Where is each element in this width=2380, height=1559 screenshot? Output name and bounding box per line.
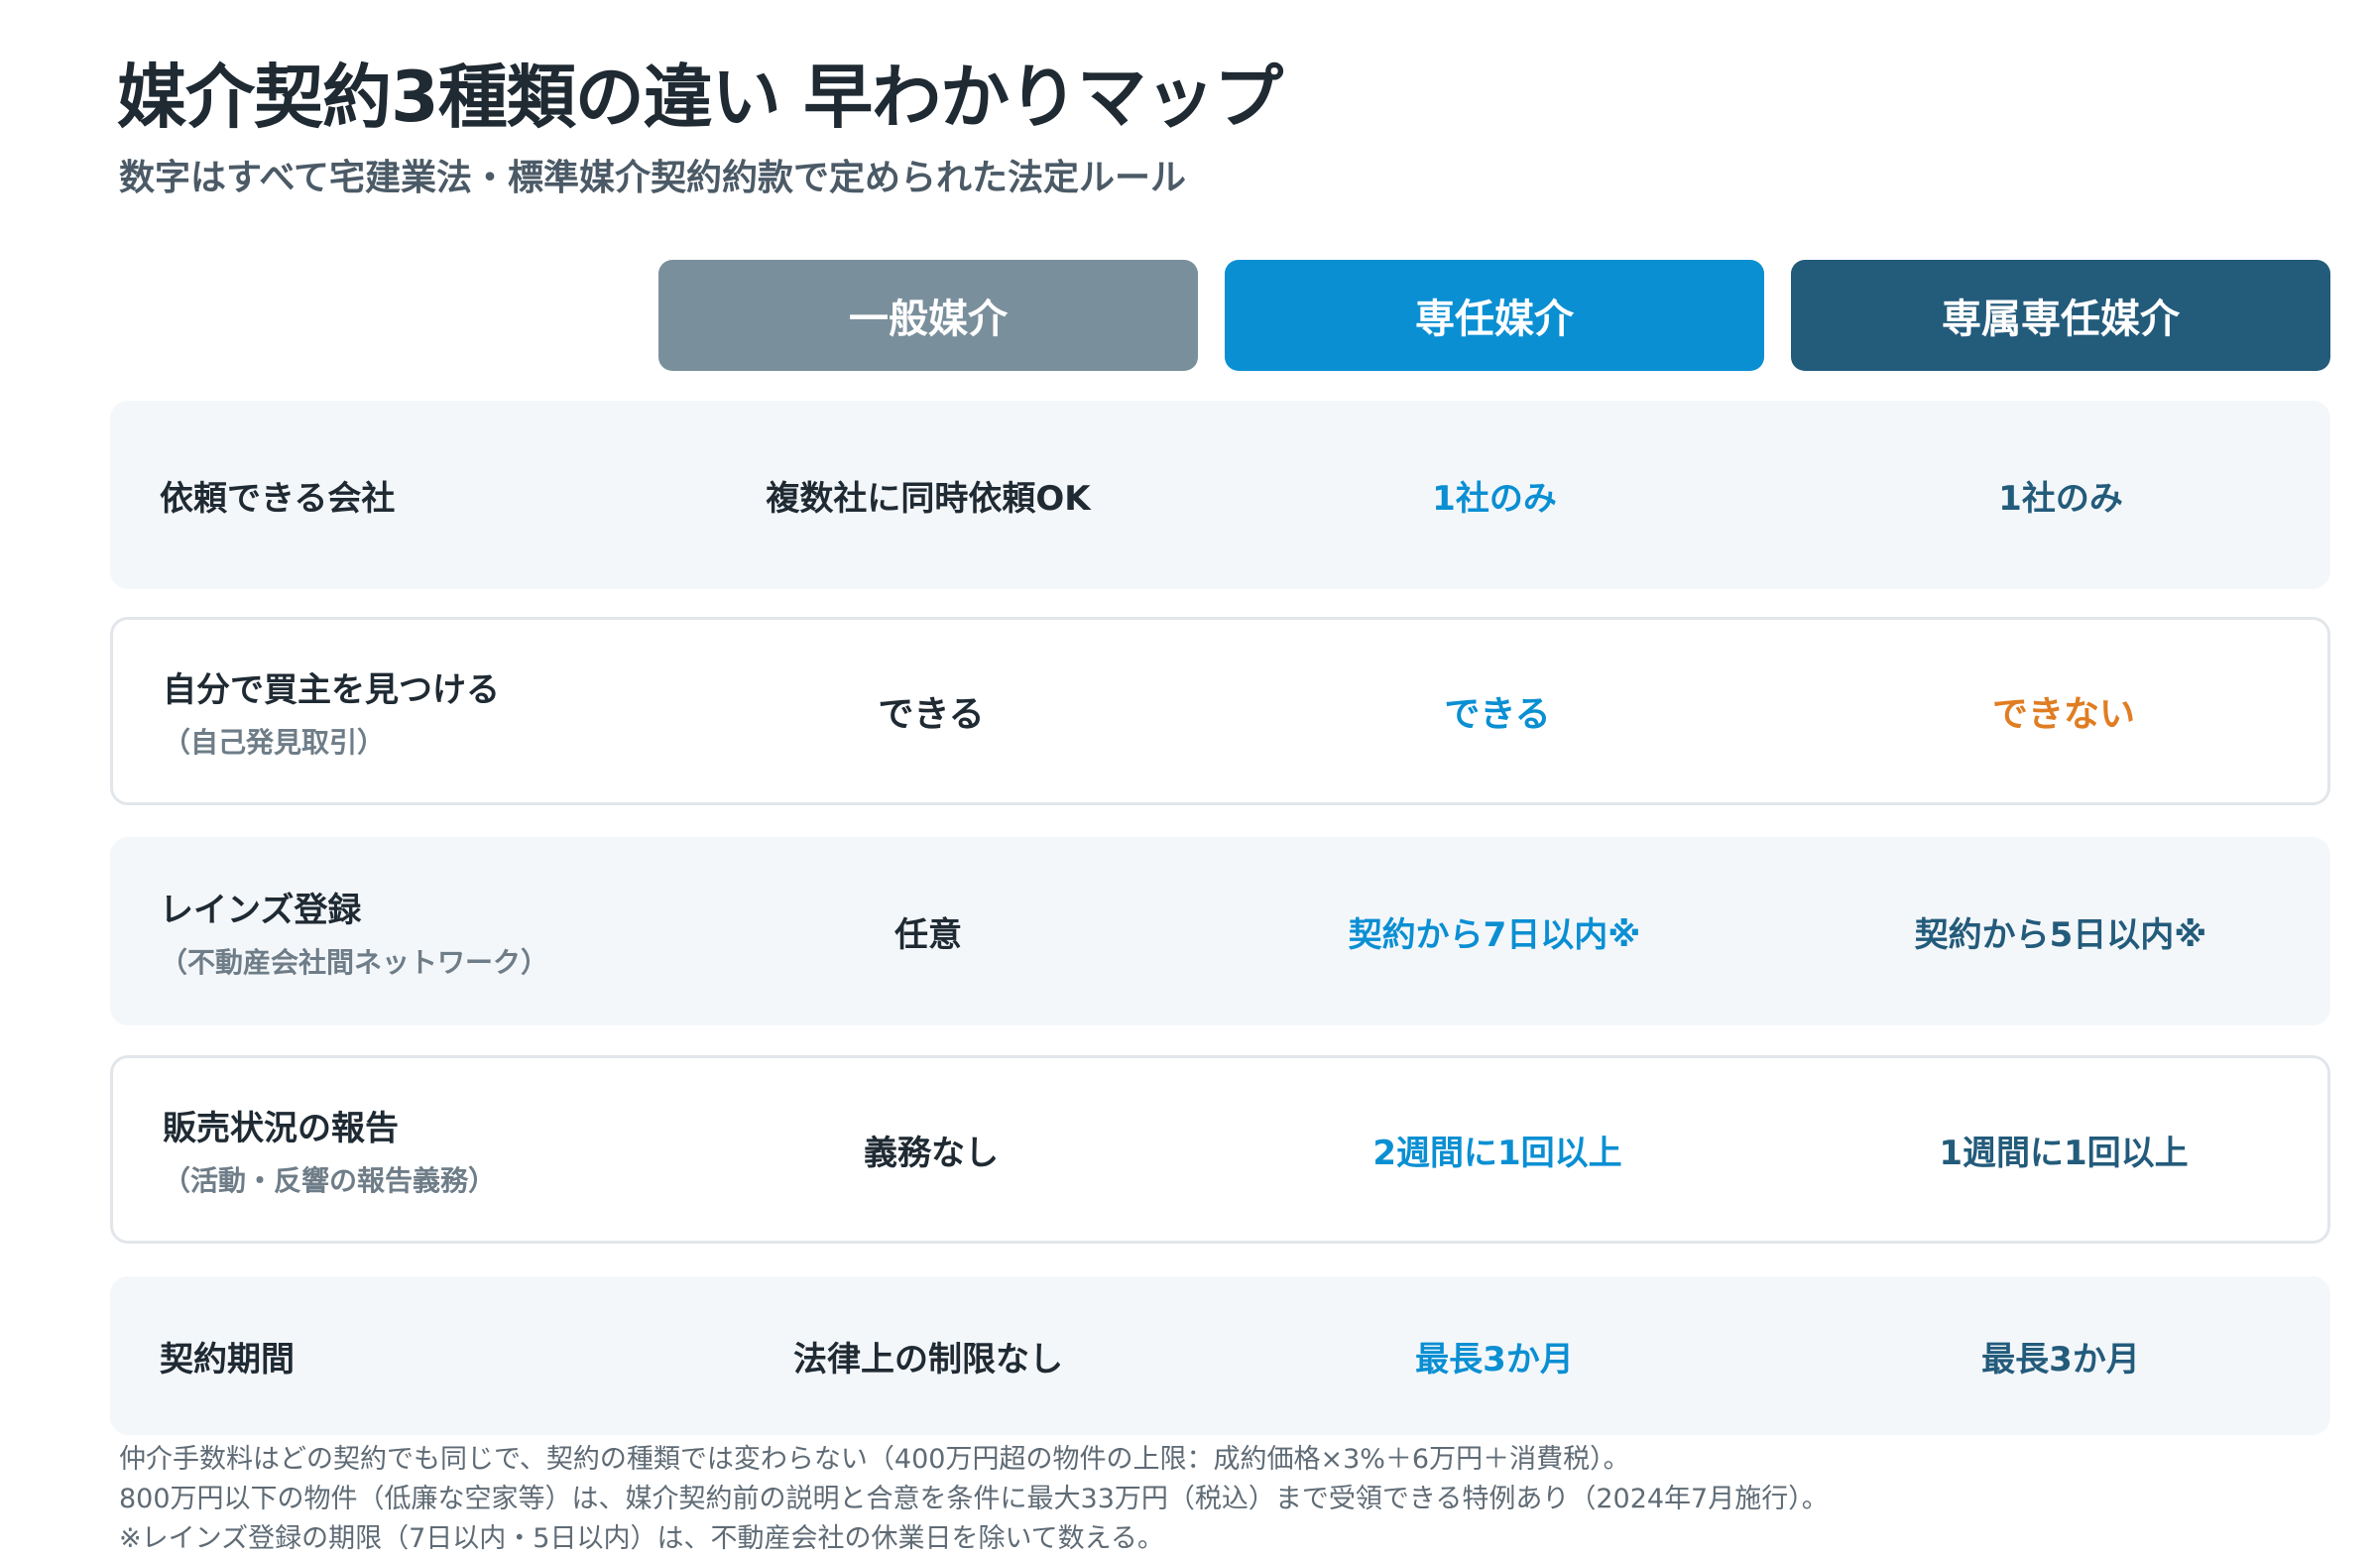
row-label-main: 依頼できる会社: [160, 478, 396, 519]
cell-exclusive: 契約から7日以内※: [1348, 914, 1641, 955]
footnote: ※レインズ登録の期限（7日以内・5日以内）は、不動産会社の休業日を除いて数える。: [119, 1523, 1164, 1554]
page-title: 媒介契約3種類の違い 早わかりマップ: [117, 57, 1283, 138]
row-label: 自分で買主を見つける （自己発見取引）: [163, 620, 500, 802]
row-label: 販売状況の報告 （活動・反響の報告義務）: [163, 1058, 496, 1241]
row-label-sub: （自己発見取引）: [163, 725, 386, 759]
cell-general: 任意: [894, 914, 962, 955]
cell-general: 法律上の制限なし: [793, 1339, 1063, 1379]
column-header-exclusive: 専任媒介: [1225, 260, 1764, 371]
cell-exclusive-dedicated: 1週間に1回以上: [1939, 1133, 2189, 1173]
comparison-row-contract-period: 契約期間 法律上の制限なし 最長3か月 最長3か月: [110, 1276, 2330, 1435]
cell-exclusive: できる: [1444, 694, 1551, 735]
page-subtitle: 数字はすべて宅建業法・標準媒介契約約款で定められた法定ルール: [119, 158, 1187, 198]
cell-general: 義務なし: [864, 1133, 999, 1173]
cell-exclusive-dedicated: 1社のみ: [1998, 478, 2123, 519]
cell-general: できる: [878, 694, 985, 735]
row-label-main: レインズ登録: [160, 890, 362, 930]
column-header-exclusive-dedicated: 専属専任媒介: [1791, 260, 2330, 371]
row-label: 依頼できる会社: [160, 401, 395, 589]
comparison-row-reporting: 販売状況の報告 （活動・反響の報告義務） 義務なし 2週間に1回以上 1週間に1…: [110, 1055, 2330, 1244]
comparison-row-self-discovery: 自分で買主を見つける （自己発見取引） できる できる できない: [110, 617, 2330, 805]
row-label-sub: （活動・反響の報告義務）: [163, 1163, 497, 1197]
cell-exclusive: 2週間に1回以上: [1372, 1133, 1622, 1173]
row-label: レインズ登録 （不動産会社間ネットワーク）: [160, 837, 548, 1025]
column-header-general: 一般媒介: [658, 260, 1198, 371]
cell-exclusive-dedicated: 契約から5日以内※: [1914, 914, 2207, 955]
row-label: 契約期間: [160, 1276, 295, 1435]
row-label-main: 契約期間: [160, 1339, 295, 1379]
cell-exclusive-dedicated: 最長3か月: [1981, 1339, 2140, 1379]
footnotes: 仲介手数料はどの契約でも同じで、契約の種類では変わらない（400万円超の物件の上…: [119, 1440, 1829, 1559]
comparison-row-companies: 依頼できる会社 複数社に同時依頼OK 1社のみ 1社のみ: [110, 401, 2330, 589]
comparison-row-reins: レインズ登録 （不動産会社間ネットワーク） 任意 契約から7日以内※ 契約から5…: [110, 837, 2330, 1025]
row-label-main: 販売状況の報告: [163, 1108, 399, 1148]
footnote: 800万円以下の物件（低廉な空家等）は、媒介契約前の説明と合意を条件に最大33万…: [119, 1484, 1829, 1514]
cell-general: 複数社に同時依頼OK: [766, 478, 1091, 519]
cell-exclusive-dedicated: できない: [1991, 694, 2135, 735]
cell-exclusive: 最長3か月: [1415, 1339, 1574, 1379]
row-label-main: 自分で買主を見つける: [163, 669, 500, 710]
cell-exclusive: 1社のみ: [1432, 478, 1557, 519]
row-label-sub: （不動産会社間ネットワーク）: [160, 945, 549, 979]
footnote: 仲介手数料はどの契約でも同じで、契約の種類では変わらない（400万円超の物件の上…: [119, 1444, 1630, 1475]
